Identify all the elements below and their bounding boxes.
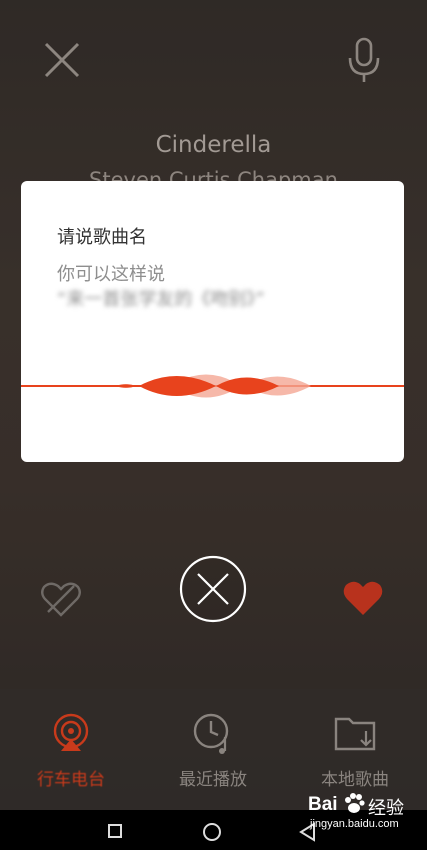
- song-title: Cinderella: [155, 132, 272, 158]
- dialog-title: 请说歌曲名: [57, 227, 147, 248]
- clock-music-icon: [193, 713, 229, 754]
- watermark-brand-tail: 经验: [368, 798, 404, 818]
- nav-label-radio: 行车电台: [37, 770, 105, 790]
- nav-label-local: 本地歌曲: [321, 770, 389, 790]
- dislike-heart-icon[interactable]: [40, 580, 82, 618]
- home-icon[interactable]: [203, 823, 221, 841]
- radio-icon: [53, 713, 89, 751]
- paw-icon: [345, 793, 365, 813]
- watermark-brand: Bai: [308, 794, 338, 815]
- hint-line-1: 你可以这样说: [57, 264, 165, 285]
- baidu-watermark: Bai 经验 jingyan.baidu.com: [300, 790, 425, 838]
- hint-line-2: “来一首张学友的《吻别》”: [57, 289, 265, 310]
- nav-item-recent[interactable]: 最近播放: [142, 689, 284, 810]
- like-heart-icon[interactable]: [342, 579, 384, 617]
- voice-search-dialog: 请说歌曲名 你可以这样说 “来一首张学友的《吻别》”: [21, 181, 404, 462]
- dismiss-voice-button[interactable]: [179, 555, 247, 623]
- nav-item-radio[interactable]: 行车电台: [0, 689, 142, 810]
- recents-icon[interactable]: [108, 824, 122, 838]
- folder-download-icon: [334, 717, 376, 751]
- microphone-icon[interactable]: [344, 36, 384, 84]
- dialog-hint: 你可以这样说 “来一首张学友的《吻别》”: [57, 262, 265, 312]
- voice-waveform: [21, 374, 404, 398]
- watermark-url: jingyan.baidu.com: [310, 818, 399, 830]
- close-icon[interactable]: [40, 38, 84, 82]
- nav-label-recent: 最近播放: [179, 770, 247, 790]
